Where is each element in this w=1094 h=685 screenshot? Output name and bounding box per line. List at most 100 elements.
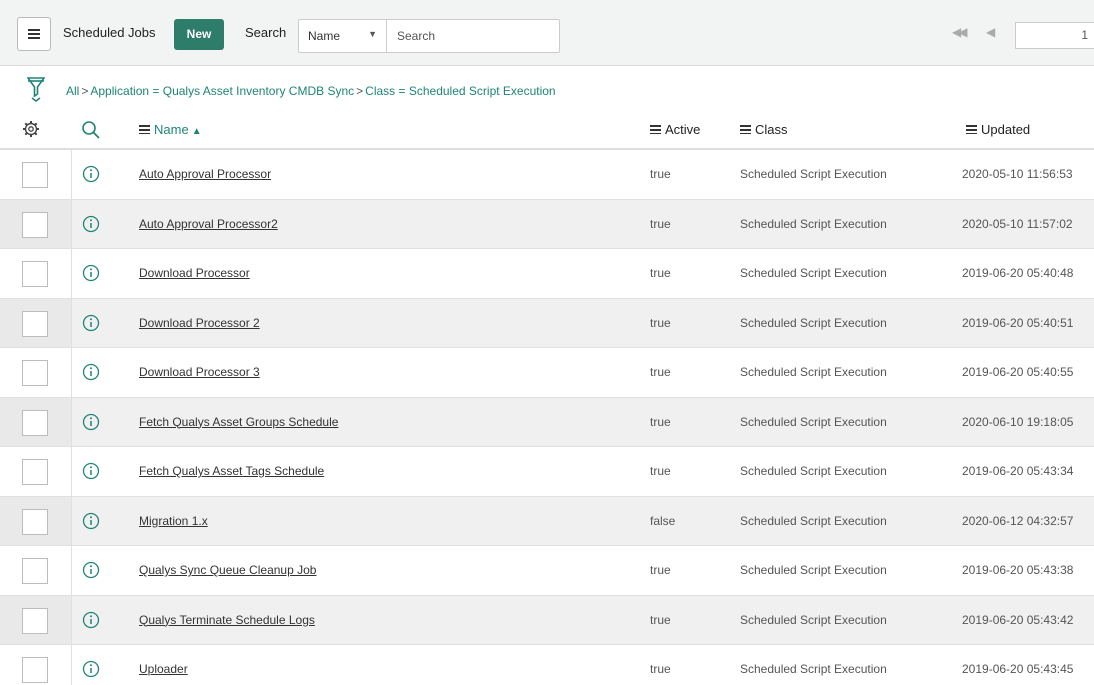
previous-page-icon[interactable]: ◀ <box>986 25 995 39</box>
row-active: true <box>650 167 671 181</box>
row-updated: 2019-06-20 05:43:42 <box>962 612 1074 627</box>
row-checkbox[interactable] <box>22 409 48 436</box>
sort-ascending-icon: ▲ <box>191 126 202 137</box>
info-icon[interactable] <box>82 561 100 582</box>
row-name-link[interactable]: Fetch Qualys Asset Groups Schedule <box>139 415 338 429</box>
row-name-link[interactable]: Migration 1.x <box>139 514 208 528</box>
row-active: true <box>650 563 671 577</box>
table-row: Download Processor true Scheduled Script… <box>0 249 1094 299</box>
row-name-link[interactable]: Fetch Qualys Asset Tags Schedule <box>139 464 324 478</box>
row-select-cell <box>0 496 72 545</box>
row-active: true <box>650 266 671 280</box>
breadcrumb-all[interactable]: All <box>66 84 79 98</box>
table-row: Fetch Qualys Asset Tags Schedule true Sc… <box>0 447 1094 497</box>
row-class: Scheduled Script Execution <box>740 414 887 429</box>
row-checkbox[interactable] <box>22 558 48 584</box>
search-field-value: Name <box>308 29 341 43</box>
info-icon[interactable] <box>82 462 100 483</box>
row-name-link[interactable]: Qualys Sync Queue Cleanup Job <box>139 563 316 577</box>
row-select-cell <box>0 249 72 298</box>
column-menu-icon[interactable] <box>139 125 150 135</box>
row-name-link[interactable]: Auto Approval Processor2 <box>139 217 278 231</box>
page-number-input[interactable]: 1 <box>1015 22 1094 49</box>
column-header-class[interactable]: Class <box>740 122 788 137</box>
row-name-link[interactable]: Download Processor <box>139 266 250 280</box>
row-active: true <box>650 612 671 627</box>
table-row: Auto Approval Processor2 true Scheduled … <box>0 199 1094 249</box>
column-header-row: Name ▲ Active Class Updated <box>0 110 1094 150</box>
info-icon[interactable] <box>82 660 100 681</box>
breadcrumb-class[interactable]: Class = Scheduled Script Execution <box>365 84 555 98</box>
table-row: Auto Approval Processor true Scheduled S… <box>0 150 1094 200</box>
column-active-label: Active <box>665 122 701 137</box>
column-menu-icon[interactable] <box>966 125 977 135</box>
info-icon[interactable] <box>82 314 100 335</box>
row-select-cell <box>0 150 72 199</box>
row-checkbox[interactable] <box>22 508 48 535</box>
row-checkbox[interactable] <box>22 211 48 238</box>
row-class: Scheduled Script Execution <box>740 513 887 528</box>
row-class: Scheduled Script Execution <box>740 662 887 676</box>
row-updated: 2019-06-20 05:40:48 <box>962 266 1074 280</box>
column-menu-icon[interactable] <box>740 125 751 135</box>
row-select-cell <box>0 447 72 496</box>
table-row: Fetch Qualys Asset Groups Schedule true … <box>0 397 1094 447</box>
row-updated: 2020-06-12 04:32:57 <box>962 513 1074 528</box>
row-class: Scheduled Script Execution <box>740 464 887 478</box>
table-row: Migration 1.x false Scheduled Script Exe… <box>0 496 1094 546</box>
row-active: true <box>650 315 671 330</box>
row-name-link[interactable]: Qualys Terminate Schedule Logs <box>139 613 315 627</box>
table-row: Qualys Sync Queue Cleanup Job true Sched… <box>0 546 1094 596</box>
row-checkbox[interactable] <box>22 261 48 287</box>
list-header: Scheduled Jobs New Search Name ▼ ◀◀ ◀ 1 <box>0 0 1094 66</box>
column-header-active[interactable]: Active <box>650 122 700 137</box>
row-checkbox[interactable] <box>22 459 48 485</box>
column-menu-icon[interactable] <box>650 125 661 135</box>
search-label: Search <box>245 25 287 40</box>
row-updated: 2019-06-20 05:43:45 <box>962 662 1074 676</box>
table-row: Download Processor 3 true Scheduled Scri… <box>0 348 1094 398</box>
gear-icon[interactable] <box>22 120 40 141</box>
info-icon[interactable] <box>82 264 100 285</box>
row-class: Scheduled Script Execution <box>740 315 887 330</box>
breadcrumb-separator: > <box>356 84 364 98</box>
row-updated: 2020-05-10 11:57:02 <box>962 216 1073 231</box>
filter-icon[interactable] <box>26 76 46 105</box>
search-input[interactable] <box>386 19 560 53</box>
column-header-updated[interactable]: Updated <box>966 122 1030 137</box>
row-active: true <box>650 414 671 429</box>
row-checkbox[interactable] <box>22 310 48 337</box>
row-select-cell <box>0 645 72 685</box>
row-class: Scheduled Script Execution <box>740 216 887 231</box>
search-field-select[interactable]: Name ▼ <box>298 19 387 53</box>
info-icon[interactable] <box>82 215 100 236</box>
row-name-link[interactable]: Download Processor 3 <box>139 365 260 379</box>
first-page-icon[interactable]: ◀◀ <box>952 25 968 39</box>
info-icon[interactable] <box>82 512 100 533</box>
row-updated: 2020-06-10 19:18:05 <box>962 414 1074 429</box>
row-checkbox[interactable] <box>22 360 48 386</box>
info-icon[interactable] <box>82 413 100 434</box>
row-checkbox[interactable] <box>22 162 48 188</box>
row-checkbox[interactable] <box>22 657 48 683</box>
column-header-name[interactable]: Name ▲ <box>139 122 202 137</box>
column-name-label: Name <box>154 122 189 137</box>
row-updated: 2019-06-20 05:43:38 <box>962 563 1074 577</box>
breadcrumb-application[interactable]: Application = Qualys Asset Inventory CMD… <box>90 84 354 98</box>
row-updated: 2019-06-20 05:43:34 <box>962 464 1074 478</box>
hamburger-menu-icon[interactable] <box>17 17 51 51</box>
row-class: Scheduled Script Execution <box>740 563 887 577</box>
row-checkbox[interactable] <box>22 607 48 634</box>
row-name-link[interactable]: Auto Approval Processor <box>139 167 271 181</box>
search-icon[interactable] <box>81 120 101 143</box>
row-name-link[interactable]: Uploader <box>139 662 188 676</box>
info-icon[interactable] <box>82 611 100 632</box>
page-title: Scheduled Jobs <box>63 25 156 40</box>
row-select-cell <box>0 397 72 446</box>
info-icon[interactable] <box>82 165 100 186</box>
row-name-link[interactable]: Download Processor 2 <box>139 316 260 330</box>
column-updated-label: Updated <box>981 122 1031 137</box>
new-button[interactable]: New <box>174 19 224 50</box>
info-icon[interactable] <box>82 363 100 384</box>
row-class: Scheduled Script Execution <box>740 167 887 181</box>
